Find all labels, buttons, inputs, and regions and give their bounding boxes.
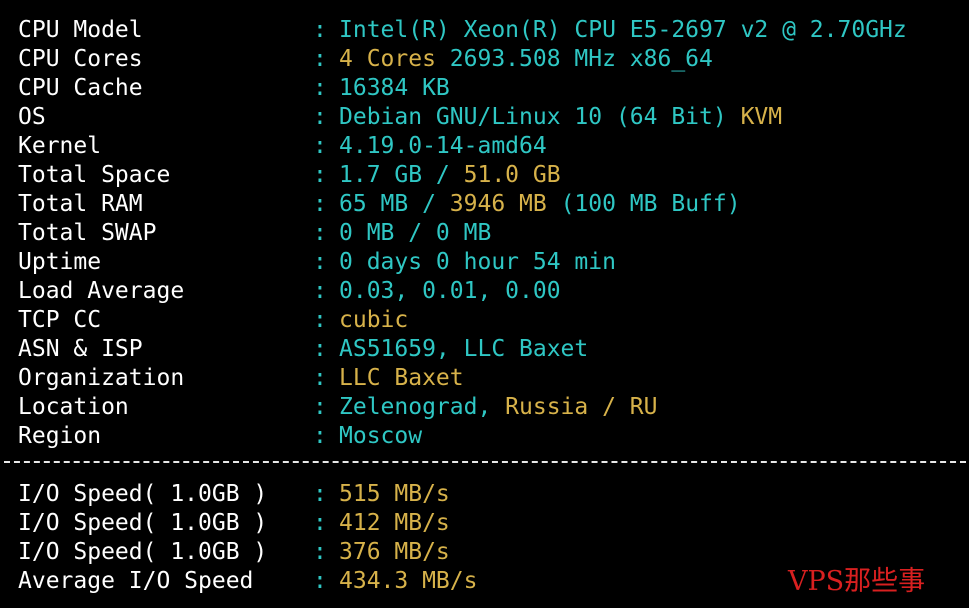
info-value: LLC Baxet <box>339 364 464 393</box>
info-value-part: 3946 MB <box>449 191 547 217</box>
info-value-part: 412 MB/s <box>339 510 450 536</box>
info-label: ASN & ISP <box>18 336 143 362</box>
info-colon: : <box>313 481 327 507</box>
info-value: 4 Cores 2693.508 MHz x86_64 <box>339 45 713 74</box>
info-value: 376 MB/s <box>339 538 450 567</box>
info-value: 16384 KB <box>339 74 450 103</box>
info-colon: : <box>313 220 327 246</box>
info-colon: : <box>313 510 327 536</box>
info-colon: : <box>313 394 327 420</box>
info-value: Intel(R) Xeon(R) CPU E5-2697 v2 @ 2.70GH… <box>339 16 907 45</box>
info-label: Uptime <box>18 249 102 275</box>
info-value-part: cubic <box>339 307 409 333</box>
info-colon: : <box>313 75 327 101</box>
info-label: CPU Cores <box>18 46 143 72</box>
info-value: 0.03, 0.01, 0.00 <box>339 277 561 306</box>
info-colon: : <box>313 278 327 304</box>
dashed-separator <box>4 461 966 463</box>
info-colon: : <box>313 336 327 362</box>
info-value: 412 MB/s <box>339 509 450 538</box>
info-value: 65 MB / 3946 MB (100 MB Buff) <box>339 190 741 219</box>
info-colon: : <box>313 46 327 72</box>
info-label: I/O Speed( 1.0GB ) <box>18 510 268 536</box>
info-value-part: 515 MB/s <box>339 481 450 507</box>
info-label: Average I/O Speed <box>18 568 254 594</box>
info-label: CPU Model <box>18 17 143 43</box>
info-value: Debian GNU/Linux 10 (64 Bit) KVM <box>339 103 782 132</box>
info-label: Location <box>18 394 129 420</box>
info-value-part: LLC Baxet <box>339 365 464 391</box>
info-colon: : <box>313 17 327 43</box>
info-colon: : <box>313 568 327 594</box>
info-colon: : <box>313 249 327 275</box>
info-value: 434.3 MB/s <box>339 567 477 596</box>
info-value: 4.19.0-14-amd64 <box>339 132 547 161</box>
info-value-part: Moscow <box>339 423 423 449</box>
info-colon: : <box>313 423 327 449</box>
info-value-part: 0 MB / 0 MB <box>339 220 492 246</box>
info-label: Total RAM <box>18 191 143 217</box>
info-label: Total SWAP <box>18 220 157 246</box>
info-label: Kernel <box>18 133 102 159</box>
info-value: cubic <box>339 306 408 335</box>
info-value: AS51659, LLC Baxet <box>339 335 588 364</box>
info-value-part: 0.03, 0.01, 0.00 <box>339 278 561 304</box>
info-value-part: AS51659, LLC Baxet <box>339 336 589 362</box>
info-value: 0 days 0 hour 54 min <box>339 248 616 277</box>
info-value: 0 MB / 0 MB <box>339 219 491 248</box>
info-value-part: 51.0 GB <box>463 162 561 188</box>
info-colon: : <box>313 539 327 565</box>
info-value-part: Zelenograd, <box>339 394 506 420</box>
info-label: Load Average <box>18 278 185 304</box>
info-colon: : <box>313 133 327 159</box>
info-value-part: 4 Cores <box>339 46 450 72</box>
info-value-part: (100 MB Buff) <box>546 191 741 217</box>
info-value-part: 4.19.0-14-amd64 <box>339 133 547 159</box>
info-value-part: 65 MB / <box>339 191 450 217</box>
info-label: TCP CC <box>18 307 102 333</box>
info-value-part: Debian GNU/Linux 10 (64 Bit) <box>339 104 741 130</box>
info-value-part: KVM <box>740 104 783 130</box>
info-value-part: 0 days 0 hour 54 min <box>339 249 616 275</box>
info-colon: : <box>313 162 327 188</box>
info-value-part: 1.7 GB / <box>339 162 464 188</box>
info-colon: : <box>313 104 327 130</box>
info-label: Region <box>18 423 102 449</box>
info-value-part: 376 MB/s <box>339 539 450 565</box>
info-value-part: Russia / RU <box>505 394 658 420</box>
info-value-part: 2693.508 MHz x86_64 <box>449 46 713 72</box>
info-colon: : <box>313 365 327 391</box>
info-value-part: Intel(R) Xeon(R) CPU E5-2697 v2 @ 2.70GH… <box>339 17 907 43</box>
info-label: OS <box>18 104 46 130</box>
info-value-part: 16384 KB <box>339 75 450 101</box>
info-label: I/O Speed( 1.0GB ) <box>18 539 268 565</box>
info-label: Total Space <box>18 162 171 188</box>
watermark-text: VPS那些事 <box>788 566 926 597</box>
info-label: I/O Speed( 1.0GB ) <box>18 481 268 507</box>
info-value-part: 434.3 MB/s <box>339 568 478 594</box>
info-label: CPU Cache <box>18 75 143 101</box>
info-colon: : <box>313 191 327 217</box>
info-value: 1.7 GB / 51.0 GB <box>339 161 561 190</box>
info-value: Moscow <box>339 422 422 451</box>
info-value: Zelenograd, Russia / RU <box>339 393 658 422</box>
info-value: 515 MB/s <box>339 480 450 509</box>
info-label: Organization <box>18 365 185 391</box>
info-colon: : <box>313 307 327 333</box>
terminal-window: CPU Model: Intel(R) Xeon(R) CPU E5-2697 v… <box>0 0 969 608</box>
